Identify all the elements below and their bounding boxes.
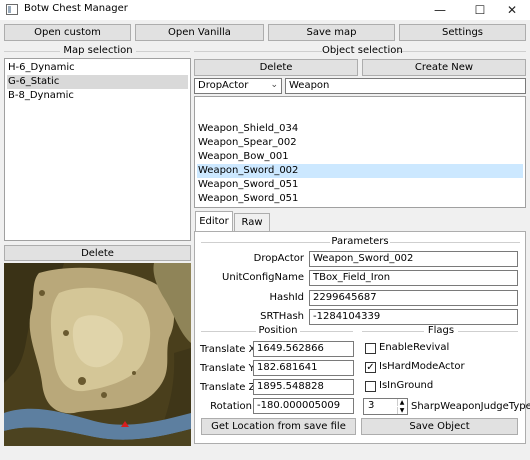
hash-id-label: HashId (269, 292, 305, 303)
is-hard-mode-actor-checkbox[interactable]: ✓ (365, 362, 376, 373)
object-list-item[interactable]: Weapon_Sword_051 (197, 192, 523, 206)
map-list-item[interactable]: B-8_Dynamic (7, 89, 188, 103)
sharp-weapon-label: SharpWeaponJudgeType (411, 401, 530, 412)
position-label: Position (256, 325, 300, 336)
is-in-ground-checkbox[interactable] (365, 381, 376, 392)
title-bar: Botw Chest Manager — ☐ ✕ (0, 0, 530, 20)
close-button[interactable]: ✕ (494, 0, 530, 20)
drop-actor-label: DropActor (253, 253, 304, 264)
sharp-weapon-spinbox[interactable]: 3 ▲ ▼ (363, 398, 408, 415)
flags-label: Flags (424, 325, 458, 336)
tab-raw[interactable]: Raw (234, 213, 270, 231)
app-icon (6, 4, 18, 15)
translate-y-label: Translate Y (200, 363, 255, 374)
object-selection-label: Object selection (322, 45, 403, 56)
srt-hash-field[interactable]: -1284104339 (309, 309, 518, 325)
object-list-item[interactable]: Weapon_Sword_051 (197, 178, 523, 192)
is-hard-mode-actor-label: IsHardModeActor (379, 361, 465, 372)
save-object-button[interactable]: Save Object (361, 418, 518, 435)
enable-revival-checkbox[interactable] (365, 343, 376, 354)
map-selection-label: Map selection (60, 45, 136, 56)
srt-hash-label: SRTHash (260, 311, 304, 322)
sharp-weapon-value: 3 (368, 400, 375, 411)
translate-y-field[interactable]: 182.681641 (253, 360, 354, 376)
object-delete-button[interactable]: Delete (194, 59, 358, 76)
spin-down-icon[interactable]: ▼ (397, 407, 406, 414)
window-title: Botw Chest Manager (24, 3, 128, 14)
unit-config-field[interactable]: TBox_Field_Iron (309, 270, 518, 286)
map-preview[interactable] (4, 263, 191, 446)
object-list[interactable]: Weapon_Shield_034 Weapon_Spear_002 Weapo… (194, 96, 526, 208)
check-icon: ✓ (366, 361, 375, 373)
object-list-item[interactable]: Weapon_Bow_001 (197, 150, 523, 164)
is-in-ground-label: IsInGround (379, 380, 434, 391)
maximize-button[interactable]: ☐ (462, 0, 498, 20)
spin-up-icon[interactable]: ▲ (397, 399, 406, 406)
create-new-button[interactable]: Create New (362, 59, 526, 76)
chevron-down-icon: ⌄ (270, 80, 278, 90)
map-list-item[interactable]: H-6_Dynamic (7, 61, 188, 75)
enable-revival-label: EnableRevival (379, 342, 450, 353)
translate-x-field[interactable]: 1649.562866 (253, 341, 354, 357)
object-list-item[interactable]: Weapon_Spear_002 (197, 136, 523, 150)
filter-type-value: DropActor (198, 80, 249, 91)
unit-config-label: UnitConfigName (222, 272, 304, 283)
object-list-item[interactable]: Weapon_Shield_034 (197, 122, 523, 136)
open-custom-button[interactable]: Open custom (4, 24, 131, 41)
map-list-item-selected[interactable]: G-6_Static (7, 75, 188, 89)
map-list[interactable]: H-6_Dynamic G-6_Static B-8_Dynamic (4, 58, 191, 241)
map-delete-button[interactable]: Delete (4, 245, 191, 261)
filter-value-input[interactable]: Weapon (285, 78, 526, 94)
rotation-label: Rotation (210, 401, 252, 412)
drop-actor-field[interactable]: Weapon_Sword_002 (309, 251, 518, 267)
rotation-field[interactable]: -180.000005009 (253, 398, 354, 414)
hash-id-field[interactable]: 2299645687 (309, 290, 518, 306)
object-list-item-selected[interactable]: Weapon_Sword_002 (197, 164, 523, 178)
save-map-button[interactable]: Save map (268, 24, 395, 41)
open-vanilla-button[interactable]: Open Vanilla (135, 24, 264, 41)
translate-x-label: Translate X (200, 344, 256, 355)
parameters-label: Parameters (330, 236, 390, 247)
settings-button[interactable]: Settings (399, 24, 526, 41)
translate-z-field[interactable]: 1895.548828 (253, 379, 354, 395)
minimize-button[interactable]: — (422, 0, 458, 20)
get-location-button[interactable]: Get Location from save file (201, 418, 356, 435)
filter-type-dropdown[interactable]: DropActor ⌄ (194, 78, 282, 94)
terrain-map-image (4, 263, 191, 446)
tab-editor[interactable]: Editor (195, 211, 233, 231)
translate-z-label: Translate Z (200, 382, 256, 393)
